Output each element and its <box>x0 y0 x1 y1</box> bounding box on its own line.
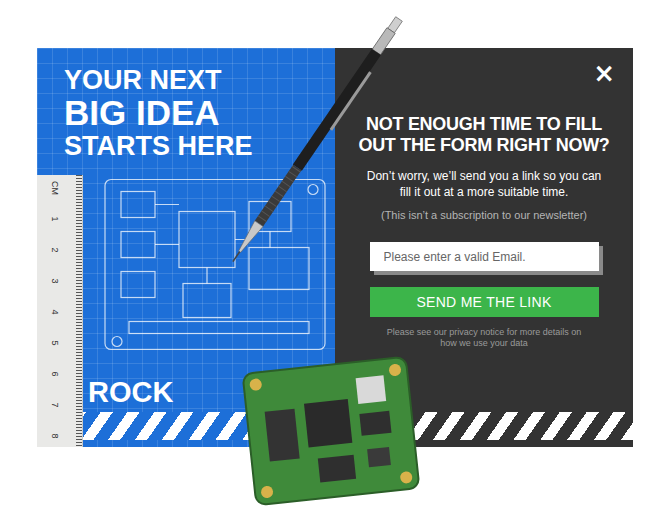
ruler-mark: 8 <box>49 433 59 438</box>
ruler: CM 1 2 3 4 5 6 7 8 <box>37 175 83 447</box>
ruler-unit: CM <box>50 181 60 195</box>
ruler-labels: CM 1 2 3 4 5 6 7 8 <box>37 175 72 447</box>
form-title: NOT ENOUGH TIME TO FILL OUT THE FORM RIG… <box>335 114 633 156</box>
ruler-mark: 5 <box>49 340 59 345</box>
headline-line: BIG IDEA <box>64 95 335 131</box>
send-link-button[interactable]: SEND ME THE LINK <box>370 287 599 317</box>
pencil-icon <box>221 14 411 274</box>
blueprint-icon <box>99 161 331 372</box>
ruler-mark: 7 <box>49 402 59 407</box>
headline-line: YOUR NEXT <box>64 65 335 95</box>
close-button[interactable]: × <box>589 60 619 86</box>
ruler-mark: 1 <box>49 216 59 221</box>
ruler-mark: 3 <box>49 278 59 283</box>
popup-modal: YOUR NEXTBIG IDEASTARTS HEREROCK×NOT ENO… <box>37 48 633 447</box>
page: YOUR NEXTBIG IDEASTARTS HEREROCK×NOT ENO… <box>0 0 668 520</box>
circuit-board-icon <box>238 352 424 509</box>
headline: YOUR NEXTBIG IDEASTARTS HERE <box>37 48 335 161</box>
ruler-mark: 6 <box>49 371 59 376</box>
privacy-note: Please see our privacy notice for more d… <box>384 327 584 349</box>
headline-line: STARTS HERE <box>64 131 335 161</box>
ruler-ticks <box>72 175 82 447</box>
close-row: × <box>335 48 633 86</box>
ruler-mark: 4 <box>49 309 59 314</box>
email-input[interactable] <box>370 242 599 271</box>
form-message: Don’t worry, we’ll send you a link so yo… <box>366 168 602 200</box>
form-note: (This isn’t a subscription to our newsle… <box>381 208 587 222</box>
ruler-mark: 2 <box>49 247 59 252</box>
